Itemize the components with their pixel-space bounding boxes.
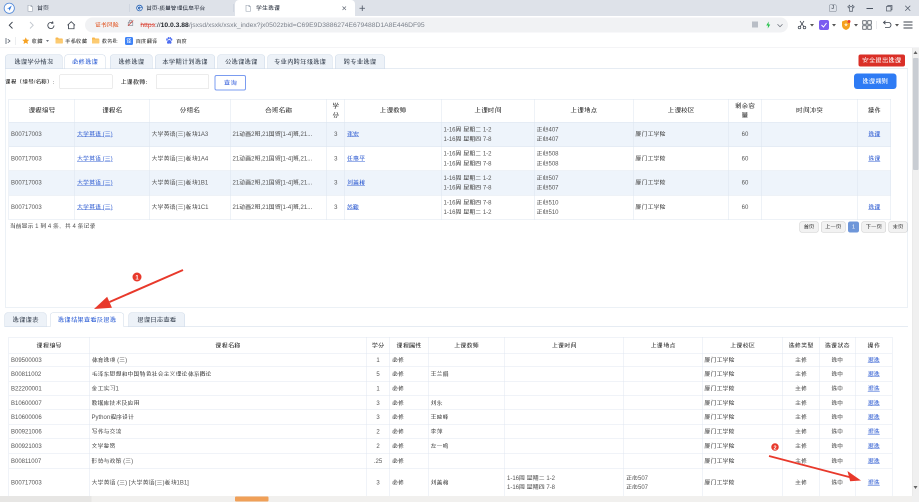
- svg-text:2: 2: [773, 445, 776, 451]
